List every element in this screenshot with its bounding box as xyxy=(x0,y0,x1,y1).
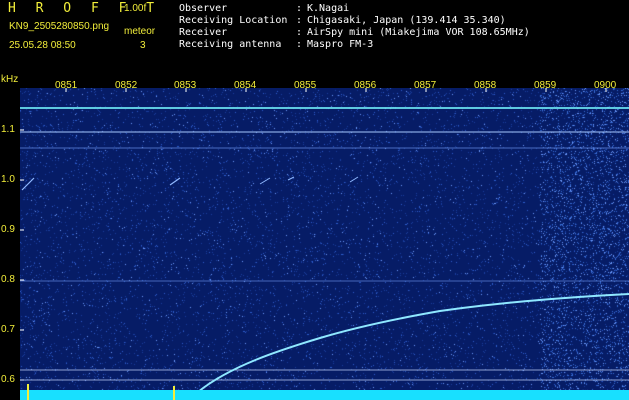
antenna-label: Receiving antenna xyxy=(179,39,282,50)
frequency-tick: 0.8 xyxy=(1,274,15,285)
meteor-streak xyxy=(259,177,271,185)
doppler-trace xyxy=(197,293,629,393)
location-colon: : xyxy=(296,15,303,26)
mode-label: meteor xyxy=(124,26,156,37)
file-name: KN9_2505280850.png xyxy=(9,21,110,32)
antenna-colon: : xyxy=(296,39,303,50)
observer-colon: : xyxy=(296,3,303,14)
location-value: Chigasaki, Japan (139.414 35.340) xyxy=(307,15,506,26)
frequency-tick: 0.9 xyxy=(1,224,15,235)
frequency-tick: 1.0 xyxy=(1,174,15,185)
capture-datetime: 25.05.28 08:50 xyxy=(9,40,76,51)
meteor-streak xyxy=(287,176,295,181)
observer-value: K.Nagai xyxy=(307,3,350,14)
receiver-value: AirSpy mini (Miakejima VOR 108.65MHz) xyxy=(307,27,530,38)
frequency-tick: 0.7 xyxy=(1,324,15,335)
meteor-streak xyxy=(349,176,359,183)
meteor-streak xyxy=(169,177,181,186)
power-baseline xyxy=(20,390,629,400)
antenna-value: Maspro FM-3 xyxy=(307,39,374,50)
frequency-tick-marks xyxy=(20,129,24,381)
receiver-label: Receiver xyxy=(179,27,228,38)
time-tick-marks xyxy=(65,88,607,92)
observer-label: Observer xyxy=(179,3,228,14)
frequency-tick: 1.1 xyxy=(1,124,15,135)
receiver-colon: : xyxy=(296,27,303,38)
app-version: 1.00f xyxy=(124,3,147,14)
spectrogram-overlay xyxy=(20,88,629,400)
header-panel: H R O F F T 1.00f KN9_2505280850.png met… xyxy=(0,0,629,72)
frequency-tick: 0.6 xyxy=(1,374,15,385)
mode-value: 3 xyxy=(140,40,146,51)
time-axis: 0851 0852 0853 0854 0855 0856 0857 0858 … xyxy=(0,72,629,91)
location-label: Receiving Location xyxy=(179,15,288,26)
spectrogram-plot[interactable] xyxy=(20,88,629,400)
